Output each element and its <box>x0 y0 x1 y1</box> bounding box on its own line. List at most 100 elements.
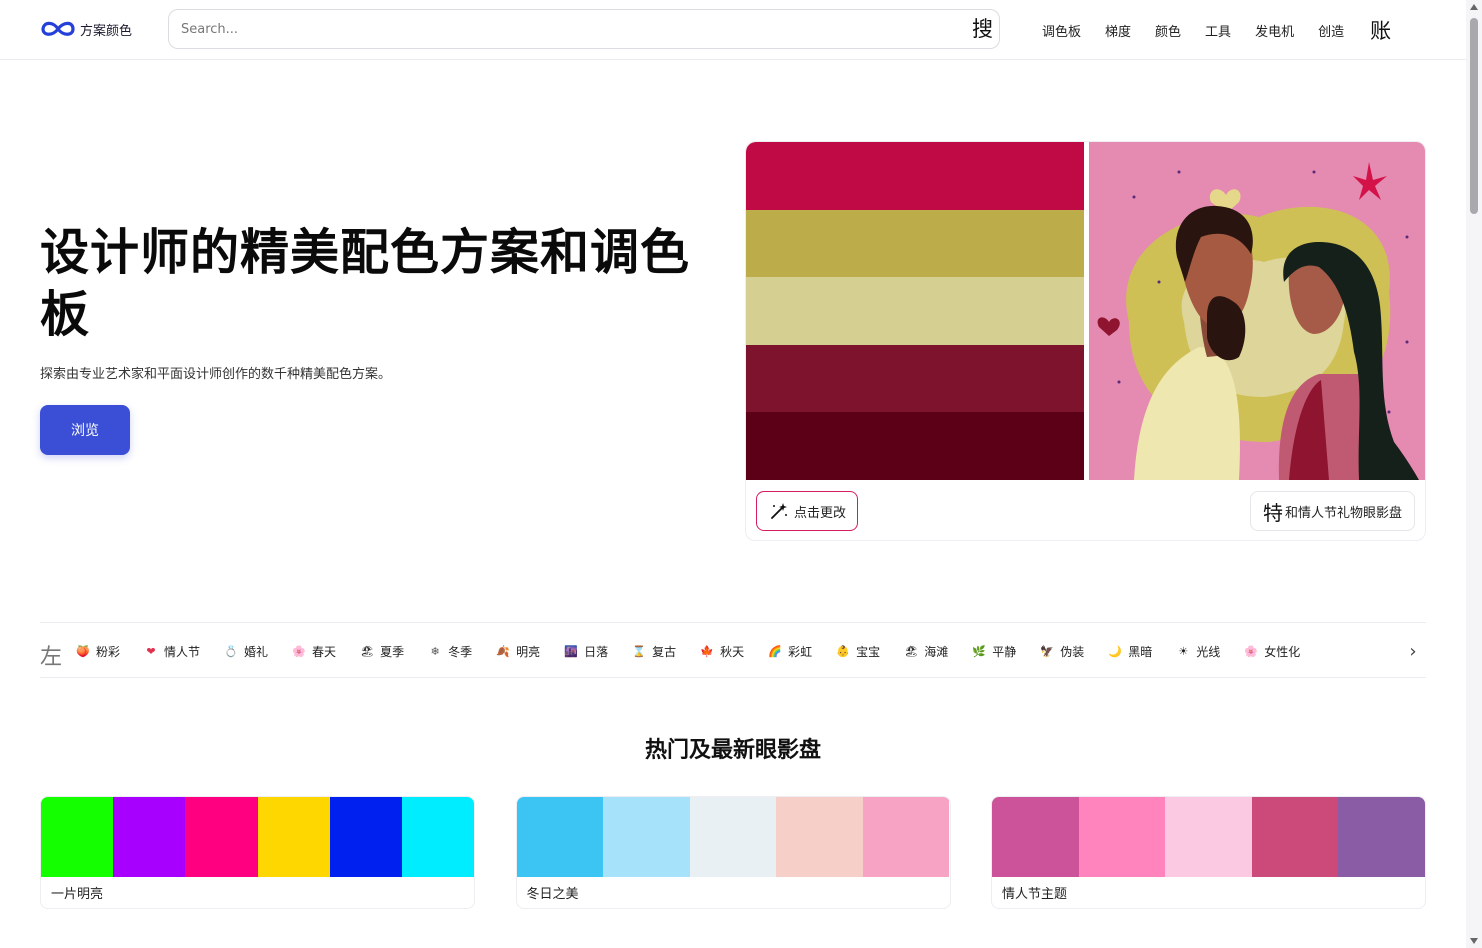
category-icon: 🌸 <box>1244 644 1259 658</box>
palette-swatches[interactable] <box>41 797 474 877</box>
logo[interactable]: 方案颜色 <box>40 18 132 40</box>
palette-name: 一片明亮 <box>51 887 104 902</box>
category-icon: ❤ <box>146 644 156 658</box>
magic-wand-icon <box>771 503 787 519</box>
search-input[interactable] <box>181 10 941 48</box>
category-icon: 🍁 <box>700 644 714 658</box>
search-button[interactable]: 搜 <box>972 16 993 42</box>
chevron-right-icon[interactable]: › <box>1400 623 1426 677</box>
category-chip[interactable]: 🌸 女性化 <box>1244 643 1300 660</box>
palette-name: 情人节主题 <box>1002 887 1068 902</box>
category-chip[interactable]: 👶 宝宝 <box>836 643 880 660</box>
nav-palettes[interactable]: 调色板 <box>1042 21 1081 40</box>
category-chip[interactable]: 🌿 平静 <box>972 643 1016 660</box>
category-chip[interactable]: ❄ 冬季 <box>428 643 472 660</box>
category-chip[interactable]: 🦅 伪装 <box>1040 643 1084 660</box>
category-chip[interactable]: 💍 婚礼 <box>224 643 268 660</box>
palette-swatch[interactable] <box>1338 797 1425 877</box>
palette-name: 冬日之美 <box>526 887 579 902</box>
category-icon: ❄ <box>430 644 440 658</box>
palette-swatch[interactable] <box>516 797 604 877</box>
category-chip[interactable]: 🌸 春天 <box>292 643 336 660</box>
palette-swatch[interactable] <box>689 797 777 877</box>
palette-swatch[interactable] <box>1165 797 1252 877</box>
category-label: 光线 <box>1196 644 1221 659</box>
palette-swatch[interactable] <box>992 797 1079 877</box>
category-icon: 🦅 <box>1040 644 1055 658</box>
palette-card[interactable]: 冬日之美 <box>515 796 951 909</box>
featured-swatch[interactable] <box>746 412 1084 480</box>
category-label: 夏季 <box>380 644 405 659</box>
category-chip[interactable]: 🌈 彩虹 <box>768 643 812 660</box>
category-icon: 🏖 <box>360 644 375 658</box>
category-chip[interactable]: 🍑 粉彩 <box>76 643 120 660</box>
category-icon: ⌛ <box>632 644 646 658</box>
palette-swatch[interactable] <box>1078 797 1166 877</box>
featured-swatch[interactable] <box>746 344 1084 413</box>
featured-prefix: 特 <box>1262 500 1283 525</box>
nav-tools[interactable]: 工具 <box>1205 21 1231 40</box>
featured-palette-swatches[interactable] <box>746 142 1084 480</box>
category-label: 春天 <box>312 644 337 659</box>
category-label: 复古 <box>652 644 677 659</box>
palette-swatch[interactable] <box>113 797 186 877</box>
category-chip[interactable]: 🍂 明亮 <box>496 643 540 660</box>
category-chip[interactable]: 🌙 黑暗 <box>1108 643 1152 660</box>
palette-swatch[interactable] <box>185 797 258 877</box>
category-chip[interactable]: ☀ 光线 <box>1176 643 1220 660</box>
category-chip[interactable]: 🍁 秋天 <box>700 643 744 660</box>
category-label: 粉彩 <box>96 644 121 659</box>
palette-swatch[interactable] <box>776 797 863 877</box>
featured-swatch[interactable] <box>746 142 1084 210</box>
hero-subtitle: 探索由专业艺术家和平面设计师创作的数千种精美配色方案。 <box>40 367 392 382</box>
palette-swatch[interactable] <box>603 797 690 877</box>
click-to-change-button[interactable]: 点击更改 <box>756 491 859 531</box>
palette-swatch[interactable] <box>862 797 950 877</box>
featured-palette-tag[interactable]: 特 和情人节礼物眼影盘 <box>1249 491 1415 531</box>
category-label: 情人节 <box>164 644 201 659</box>
palette-card-grid: 一片明亮 冬日之美 情人节主题 <box>40 796 1426 909</box>
category-label: 冬季 <box>448 644 473 659</box>
nav-colors[interactable]: 颜色 <box>1155 21 1181 40</box>
palette-swatches[interactable] <box>992 797 1425 877</box>
palette-swatch[interactable] <box>257 797 330 877</box>
category-chip[interactable]: 🏖 海滩 <box>904 643 948 660</box>
top-navbar: 方案颜色 搜 调色板 梯度 颜色 工具 发电机 创造 账 <box>0 0 1466 60</box>
palette-card[interactable]: 情人节主题 <box>991 796 1426 909</box>
scroll-left-button[interactable]: 左 <box>40 639 65 671</box>
palette-card[interactable]: 一片明亮 <box>40 796 475 909</box>
category-chip[interactable]: ❤ 情人节 <box>144 643 200 660</box>
scroll-down-icon[interactable] <box>1470 938 1478 944</box>
category-icon: 🌙 <box>1108 644 1123 658</box>
nav-create[interactable]: 创造 <box>1318 21 1344 40</box>
page-scrollbar[interactable] <box>1466 0 1482 948</box>
category-chip[interactable]: ⌛ 复古 <box>632 643 676 660</box>
category-icon: 🌸 <box>292 644 306 658</box>
section-title: 热门及最新眼影盘 <box>644 738 821 763</box>
featured-swatch[interactable] <box>746 277 1084 345</box>
category-icon: 🌈 <box>768 644 782 658</box>
category-icon: ☀ <box>1178 644 1189 658</box>
category-icon: 👶 <box>836 644 851 658</box>
scroll-thumb[interactable] <box>1470 18 1478 214</box>
featured-palette-card: 点击更改 特 和情人节礼物眼影盘 <box>745 141 1426 541</box>
category-list: 🍑 粉彩 ❤ 情人节 💍 婚礼 🌸 春天 🏖 夏季 ❄ 冬季 🍂 明亮 🌆 日落 ⌛ 复古 🍁 秋天 🌈 彩虹 👶 宝宝 🏖 海滩… <box>76 623 1324 677</box>
featured-swatch[interactable] <box>746 209 1084 278</box>
hero-title: 设计师的精美配色方案和调色板 <box>40 224 691 343</box>
category-chip[interactable]: 🌆 日落 <box>564 643 608 660</box>
account-button[interactable]: 账 <box>1370 15 1391 45</box>
category-label: 婚礼 <box>244 644 269 659</box>
palette-swatch[interactable] <box>1251 797 1339 877</box>
palette-swatch[interactable] <box>41 797 114 877</box>
scroll-up-icon[interactable] <box>1470 4 1478 10</box>
nav-generator[interactable]: 发电机 <box>1255 21 1294 40</box>
palette-swatch[interactable] <box>329 797 402 877</box>
valentine-illustration <box>1089 142 1425 480</box>
palette-swatch[interactable] <box>401 797 474 877</box>
category-chip[interactable]: 🏖 夏季 <box>360 643 404 660</box>
nav-gradients[interactable]: 梯度 <box>1105 21 1131 40</box>
category-label: 明亮 <box>516 644 541 659</box>
browse-button[interactable]: 浏览 <box>40 405 130 455</box>
palette-swatches[interactable] <box>516 797 950 877</box>
category-icon: 💍 <box>224 644 238 658</box>
